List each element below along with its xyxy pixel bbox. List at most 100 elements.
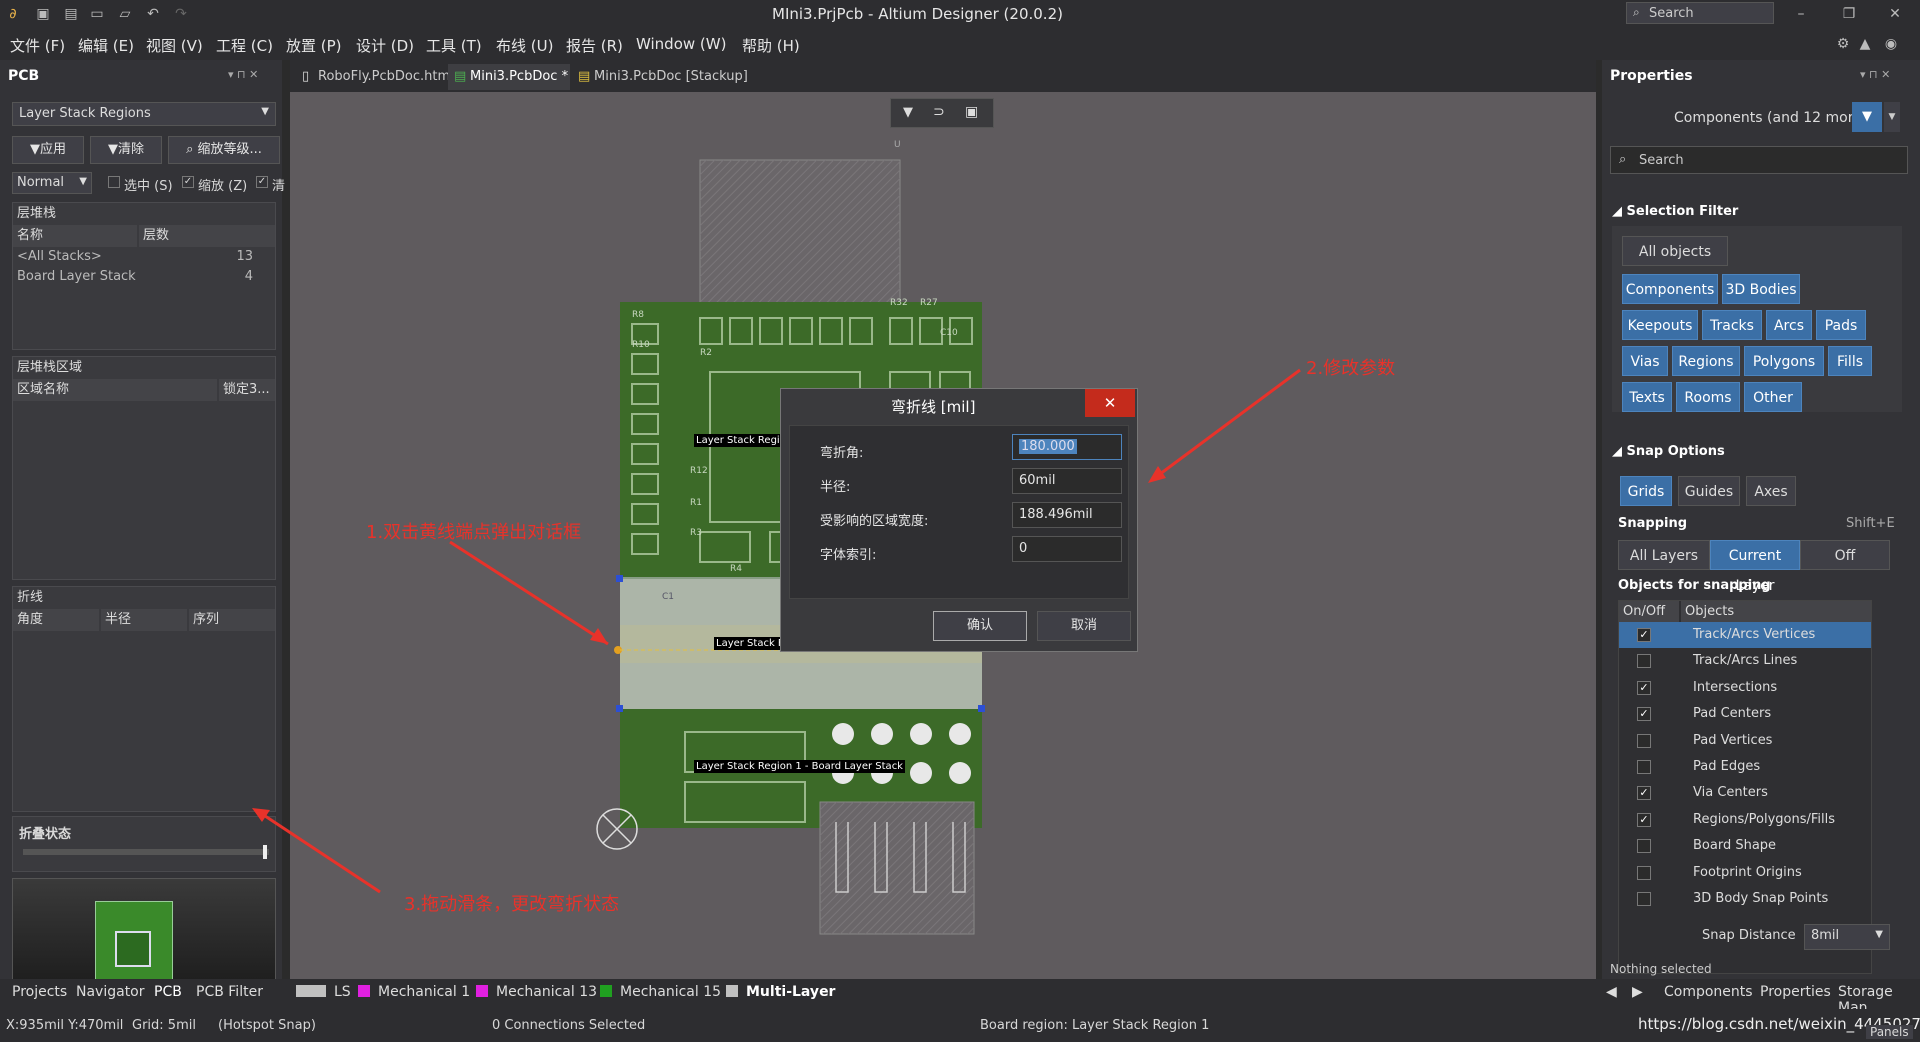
snap-object-row[interactable]: Pad Edges: [1619, 754, 1871, 780]
chip-components[interactable]: Components: [1622, 274, 1718, 304]
snap-object-row[interactable]: ✓ Regions/Polygons/Fills: [1619, 807, 1871, 833]
snap-object-checkbox[interactable]: ✓: [1637, 786, 1651, 801]
snap-distance-select[interactable]: 8mil ▼: [1804, 924, 1890, 950]
chip-texts[interactable]: Texts: [1622, 382, 1672, 412]
zoom-level-button[interactable]: ⌕ 缩放等级...: [168, 136, 280, 164]
chip-3d-bodies[interactable]: 3D Bodies: [1722, 274, 1800, 304]
cancel-button[interactable]: 取消: [1037, 611, 1131, 641]
scroll-right-icon[interactable]: ▶: [1632, 984, 1643, 1000]
select-checkbox[interactable]: [108, 176, 120, 188]
chip-fills[interactable]: Fills: [1828, 346, 1872, 376]
snap-object-checkbox[interactable]: [1637, 654, 1651, 669]
filter-button[interactable]: ▼: [1852, 102, 1882, 132]
chip-axes[interactable]: Axes: [1746, 476, 1796, 506]
menu-view[interactable]: 视图 (V): [146, 35, 203, 56]
mode-select[interactable]: Layer Stack Regions ▼: [12, 102, 276, 126]
close-icon[interactable]: ✕: [1886, 5, 1904, 23]
affected-width-input[interactable]: 188.496mil: [1012, 502, 1122, 528]
dialog-close-button[interactable]: ✕: [1085, 389, 1135, 417]
layer-tab[interactable]: Mechanical 1: [358, 984, 470, 1000]
panel-menu-icon[interactable]: ▾ ⊓ ✕: [228, 68, 258, 81]
user-icon[interactable]: ◉: [1882, 35, 1900, 53]
chip-grids[interactable]: Grids: [1620, 476, 1672, 506]
minimize-icon[interactable]: –: [1792, 5, 1810, 23]
tab-navigator[interactable]: Navigator: [76, 984, 145, 1000]
stack-col-layers[interactable]: 层数: [139, 225, 275, 247]
bend-angle-input[interactable]: 180.000: [1012, 434, 1122, 460]
bend-col-angle[interactable]: 角度: [13, 609, 99, 631]
snap-object-row[interactable]: Board Shape: [1619, 833, 1871, 859]
snap-object-row[interactable]: 3D Body Snap Points: [1619, 886, 1871, 912]
redo-icon[interactable]: ↷: [172, 5, 190, 23]
menu-route[interactable]: 布线 (U): [496, 35, 553, 56]
snap-object-row[interactable]: Track/Arcs Lines: [1619, 648, 1871, 674]
fold-slider-track[interactable]: [23, 849, 269, 855]
bend-col-radius[interactable]: 半径: [101, 609, 187, 631]
panel-menu-icon[interactable]: ▾ ⊓ ✕: [1860, 68, 1890, 81]
layer-tab[interactable]: LS: [296, 984, 351, 1000]
snap-all-layers[interactable]: All Layers: [1618, 540, 1710, 570]
mask-mode-select[interactable]: Normal ▼: [12, 172, 92, 194]
tab-pcb[interactable]: PCB: [154, 984, 182, 1000]
panels-button[interactable]: Panels: [1866, 1025, 1913, 1039]
chip-rooms[interactable]: Rooms: [1676, 382, 1740, 412]
apply-button[interactable]: ▼应用: [12, 136, 84, 164]
tab-mini3-pcb[interactable]: ▤ Mini3.PcbDoc *: [448, 64, 570, 90]
snap-options-heading[interactable]: ◢ Snap Options: [1612, 444, 1725, 459]
chip-polygons[interactable]: Polygons: [1744, 346, 1824, 376]
snap-object-checkbox[interactable]: ✓: [1637, 812, 1651, 827]
zoom-checkbox[interactable]: ✓: [182, 176, 194, 188]
stack-col-name[interactable]: 名称: [13, 225, 137, 247]
snap-object-checkbox[interactable]: [1637, 865, 1651, 880]
tab-mini3-stackup[interactable]: ▤ Mini3.PcbDoc [Stackup]: [572, 64, 752, 90]
menu-tools[interactable]: 工具 (T): [426, 35, 482, 56]
tab-pcb-filter[interactable]: PCB Filter: [196, 984, 263, 1000]
chip-arcs[interactable]: Arcs: [1766, 310, 1812, 340]
ok-button[interactable]: 确认: [933, 611, 1027, 641]
snap-object-row[interactable]: Pad Vertices: [1619, 728, 1871, 754]
region-col-name[interactable]: 区域名称: [13, 379, 217, 401]
chip-pads[interactable]: Pads: [1816, 310, 1866, 340]
undo-icon[interactable]: ↶: [144, 5, 162, 23]
restore-icon[interactable]: ❐: [1840, 5, 1858, 23]
snap-off[interactable]: Off: [1800, 540, 1890, 570]
settings-icon[interactable]: ⚙: [1834, 35, 1852, 53]
snap-object-row[interactable]: Footprint Origins: [1619, 860, 1871, 886]
chip-guides[interactable]: Guides: [1678, 476, 1740, 506]
clear-button[interactable]: ▼清除: [90, 136, 162, 164]
fold-slider-handle[interactable]: [263, 845, 267, 859]
snap-object-row[interactable]: ✓ Via Centers: [1619, 780, 1871, 806]
chip-keepouts[interactable]: Keepouts: [1622, 310, 1698, 340]
open-project-icon[interactable]: ▱: [116, 5, 134, 23]
notifications-icon[interactable]: ▲: [1856, 35, 1874, 53]
layer-tab[interactable]: Multi-Layer: [726, 984, 835, 1000]
chip-all-objects[interactable]: All objects: [1622, 236, 1728, 266]
menu-file[interactable]: 文件 (F): [10, 35, 65, 56]
tab-projects[interactable]: Projects: [12, 984, 67, 1000]
col-onoff[interactable]: On/Off: [1619, 601, 1679, 623]
menu-design[interactable]: 设计 (D): [356, 35, 414, 56]
chip-vias[interactable]: Vias: [1622, 346, 1668, 376]
clear-checkbox[interactable]: ✓: [256, 176, 268, 188]
chip-tracks[interactable]: Tracks: [1702, 310, 1762, 340]
table-row[interactable]: Board Layer Stack 4: [17, 267, 267, 287]
save-icon[interactable]: ▣: [34, 5, 52, 23]
col-objects[interactable]: Objects: [1681, 601, 1871, 623]
font-index-input[interactable]: 0: [1012, 536, 1122, 562]
snap-object-checkbox[interactable]: ✓: [1637, 628, 1651, 642]
menu-place[interactable]: 放置 (P): [286, 35, 342, 56]
layer-tab[interactable]: Mechanical 15: [600, 984, 721, 1000]
scroll-left-icon[interactable]: ◀: [1606, 984, 1617, 1000]
snap-object-checkbox[interactable]: [1637, 760, 1651, 774]
properties-search-input[interactable]: ⌕ Search: [1610, 146, 1908, 174]
bend-col-sequence[interactable]: 序列: [189, 609, 275, 631]
snap-object-checkbox[interactable]: ✓: [1637, 680, 1651, 695]
global-search-input[interactable]: ⌕ Search: [1626, 2, 1774, 24]
tab-properties[interactable]: Properties: [1760, 984, 1831, 1000]
region-col-lock[interactable]: 锁定3...: [219, 379, 275, 401]
filter-dropdown[interactable]: ▼: [1884, 102, 1900, 132]
menu-edit[interactable]: 编辑 (E): [78, 35, 134, 56]
snap-object-row[interactable]: ✓ Track/Arcs Vertices: [1619, 622, 1871, 648]
menu-window[interactable]: Window (W): [636, 35, 726, 53]
snap-object-checkbox[interactable]: [1637, 733, 1651, 748]
